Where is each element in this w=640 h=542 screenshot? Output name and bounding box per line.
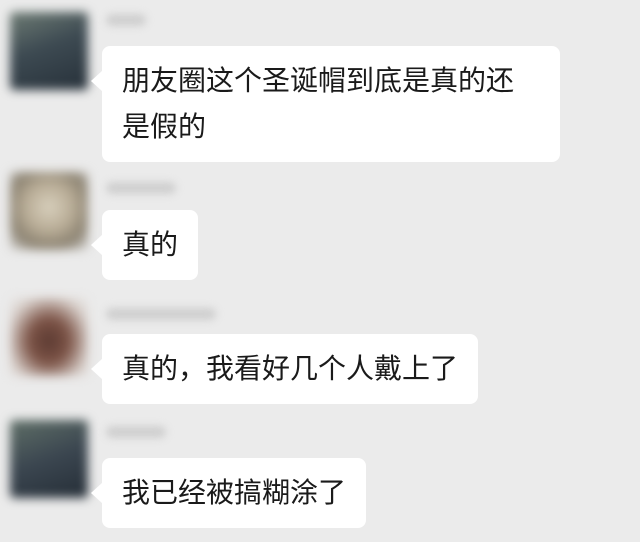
avatar[interactable] [10,420,88,498]
message-bubble[interactable]: 我已经被搞糊涂了 [90,458,367,528]
message-bubble[interactable]: 真的 [90,210,199,280]
message-bubble[interactable]: 真的，我看好几个人戴上了 [90,334,479,404]
message-text: 我已经被搞糊涂了 [122,476,347,509]
avatar[interactable] [10,12,88,90]
sender-name-blurred [106,426,166,438]
message-bubble[interactable]: 朋友圈这个圣诞帽到底是真的还是假的 [91,46,560,162]
chat-message-list: 朋友圈这个圣诞帽到底是真的还是假的 真的 真的，我看好几个人戴上了 我已经被搞糊… [0,0,640,542]
message-text: 朋友圈这个圣诞帽到底是真的还是假的 [122,64,515,143]
sender-name-blurred [106,14,146,26]
avatar[interactable] [10,172,88,250]
message-text: 真的，我看好几个人戴上了 [122,352,459,385]
sender-name-blurred [106,308,216,320]
message-text: 真的 [122,228,179,261]
avatar[interactable] [10,298,88,376]
sender-name-blurred [106,182,176,194]
